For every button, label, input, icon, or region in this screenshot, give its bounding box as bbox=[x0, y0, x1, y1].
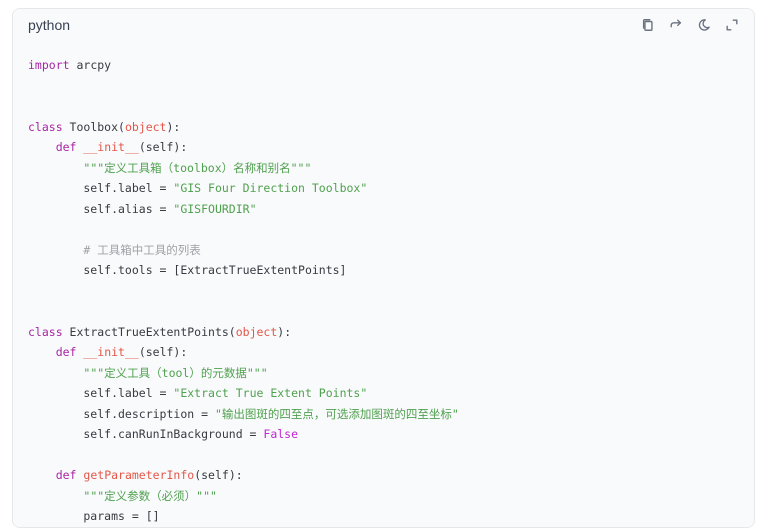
code-line: """定义工具箱（toolbox）名称和别名""" bbox=[83, 160, 312, 175]
code-block: python import arcpy class Toolbox(object… bbox=[12, 8, 755, 528]
code-content[interactable]: import arcpy class Toolbox(object): def … bbox=[13, 41, 754, 527]
code-line: self.label = "GIS Four Direction Toolbox… bbox=[28, 181, 368, 195]
code-line: """定义工具（tool）的元数据""" bbox=[83, 365, 268, 380]
theme-icon bbox=[698, 19, 710, 31]
copy-icon bbox=[642, 19, 653, 31]
theme-toggle-button[interactable] bbox=[696, 17, 712, 33]
expand-button[interactable] bbox=[724, 17, 740, 33]
code-line: self.description = "输出图斑的四至点，可选添加图斑的四至坐标… bbox=[28, 406, 459, 421]
copy-button[interactable] bbox=[640, 17, 656, 33]
code-line: import arcpy bbox=[28, 58, 112, 72]
code-line: def __init__(self): bbox=[55, 140, 188, 154]
code-line: class Toolbox(object): bbox=[28, 119, 181, 134]
code-line: # 工具箱中工具的列表 bbox=[83, 242, 201, 257]
code-line: class ExtractTrueExtentPoints(object): bbox=[28, 324, 292, 339]
code-line: params = [] bbox=[28, 509, 160, 523]
code-line: """定义参数（必须）""" bbox=[83, 488, 217, 503]
code-line: self.tools = [ExtractTrueExtentPoints] bbox=[28, 263, 347, 277]
code-line: def __init__(self): bbox=[55, 345, 188, 359]
wrap-icon bbox=[670, 19, 682, 28]
code-toolbar bbox=[640, 17, 740, 33]
expand-icon bbox=[726, 19, 738, 31]
code-line: self.canRunInBackground = False bbox=[28, 427, 299, 441]
wrap-button[interactable] bbox=[668, 17, 684, 33]
code-line: self.label = "Extract True Extent Points… bbox=[28, 386, 368, 400]
code-block-header: python bbox=[13, 9, 754, 41]
language-label: python bbox=[28, 17, 71, 33]
code-line: def getParameterInfo(self): bbox=[55, 468, 243, 482]
code-line: self.alias = "GISFOURDIR" bbox=[28, 201, 257, 216]
